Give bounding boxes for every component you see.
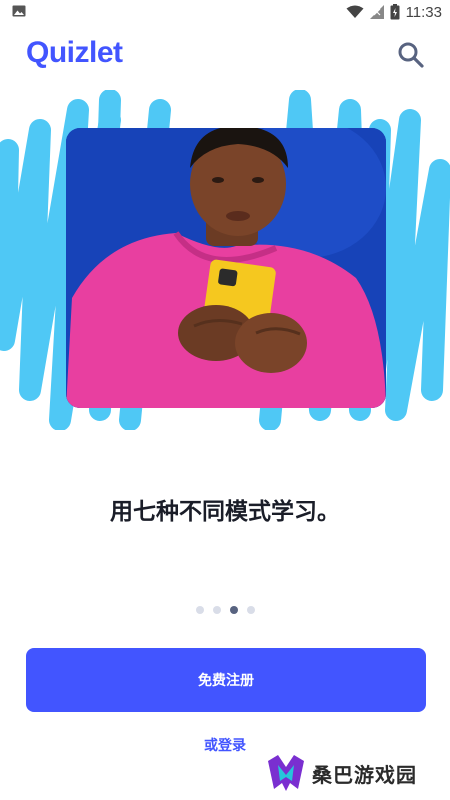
person-photo xyxy=(66,128,386,408)
image-icon xyxy=(12,5,26,17)
watermark-text: 桑巴游戏园 xyxy=(312,762,417,787)
wifi-icon xyxy=(346,5,364,18)
battery-icon xyxy=(390,4,400,20)
hero-photo xyxy=(66,128,386,408)
page-dot[interactable] xyxy=(246,606,255,614)
page-dot[interactable] xyxy=(195,606,204,614)
search-button[interactable] xyxy=(396,40,426,70)
page-dot-active[interactable] xyxy=(229,606,238,614)
watermark-logo-icon xyxy=(268,755,304,791)
app-header: Quizlet xyxy=(0,30,450,80)
search-icon xyxy=(398,42,424,68)
quizlet-logo[interactable]: Quizlet xyxy=(26,36,123,70)
status-time: 11:33 xyxy=(405,3,442,21)
onboarding-headline: 用七种不同模式学习。 xyxy=(110,499,340,525)
onboarding-hero xyxy=(0,90,450,430)
signal-icon xyxy=(369,5,384,19)
watermark: 桑巴游戏园 xyxy=(266,752,441,794)
signup-button[interactable]: 免费注册 xyxy=(26,648,426,712)
status-icons: 11:33 xyxy=(346,3,442,21)
page-dot[interactable] xyxy=(212,606,221,614)
page-indicator xyxy=(0,606,450,614)
status-bar: 11:33 xyxy=(0,0,450,24)
